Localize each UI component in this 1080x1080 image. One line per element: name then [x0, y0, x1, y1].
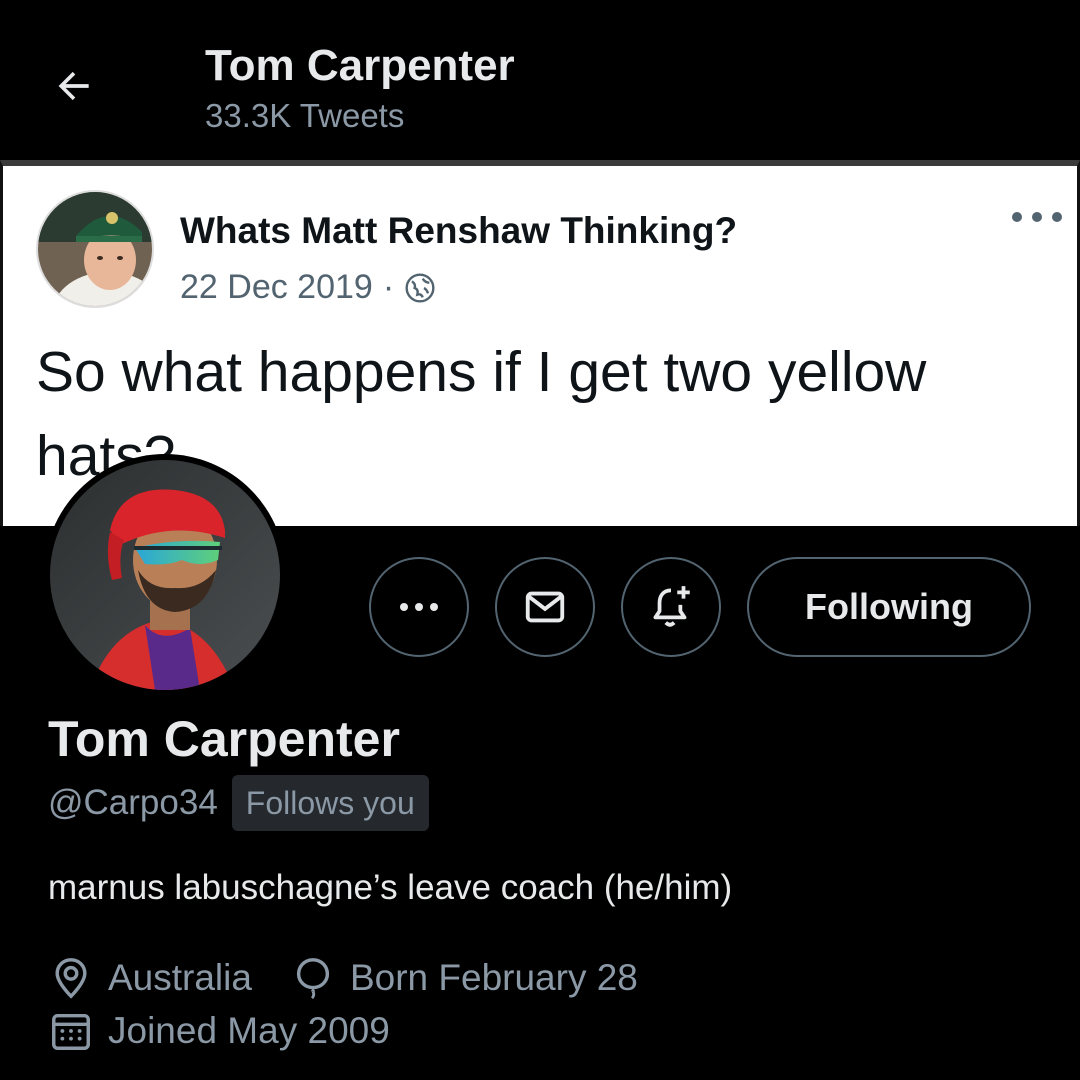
more-horizontal-icon: [1012, 212, 1062, 222]
header-title: Tom Carpenter: [205, 41, 515, 90]
birthday-item: Born February 28: [290, 955, 638, 1001]
avatar-image: [50, 460, 280, 690]
bell-plus-icon: [653, 586, 690, 627]
message-button[interactable]: [495, 557, 595, 657]
envelope-icon: [525, 591, 565, 623]
joined-item: Joined May 2009: [48, 1008, 390, 1054]
profile-avatar[interactable]: [44, 454, 286, 696]
profile-header: Tom Carpenter 33.3K Tweets: [0, 0, 1080, 160]
handle-row: @Carpo34 Follows you: [48, 775, 429, 831]
following-button[interactable]: Following: [747, 557, 1031, 657]
location-item: Australia: [48, 955, 252, 1001]
birthday-text: Born February 28: [349, 957, 638, 998]
profile-meta-row-2: Joined May 2009: [48, 1008, 390, 1054]
globe-icon: [405, 272, 435, 303]
quoted-date: 22 Dec 2019 ·: [180, 268, 436, 307]
joined-text: Joined May 2009: [108, 1010, 390, 1051]
more-horizontal-icon: [400, 603, 438, 611]
follows-you-badge: Follows you: [231, 775, 429, 831]
location-text: Australia: [108, 957, 252, 998]
display-name: Tom Carpenter: [48, 711, 400, 767]
location-pin-icon: [55, 958, 87, 999]
balloon-icon: [296, 958, 330, 1000]
tweet-count: 33.3K Tweets: [205, 97, 405, 134]
quoted-display-name: Whats Matt Renshaw Thinking?: [180, 210, 738, 251]
profile-meta-row: Australia Born February 28: [48, 955, 638, 1001]
user-handle: @Carpo34: [48, 783, 218, 822]
profile-bio: marnus labuschagne’s leave coach (he/him…: [48, 868, 733, 907]
quoted-avatar: [36, 190, 154, 308]
notifications-button[interactable]: [621, 557, 721, 657]
arrow-left-icon: [58, 71, 89, 101]
quoted-more-button: [1002, 202, 1072, 232]
date-separator: ·: [382, 268, 395, 306]
quoted-date-text: 22 Dec 2019: [180, 268, 373, 306]
more-button[interactable]: [369, 557, 469, 657]
back-button[interactable]: [44, 56, 104, 116]
calendar-icon: [52, 1013, 90, 1050]
